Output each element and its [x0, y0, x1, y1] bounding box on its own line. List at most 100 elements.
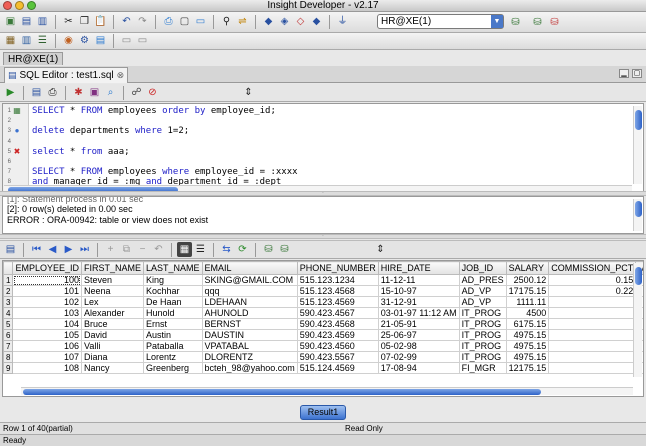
save-icon[interactable]: ▤: [29, 85, 44, 100]
table-cell[interactable]: [548, 351, 637, 363]
first-icon[interactable]: ⏮: [29, 242, 44, 257]
resize-handle-icon[interactable]: ⇕: [373, 242, 388, 257]
table-cell[interactable]: [548, 296, 637, 308]
table-cell[interactable]: IT_PROG: [458, 318, 507, 330]
chart-icon[interactable]: ▥: [19, 34, 34, 49]
table-cell[interactable]: [548, 307, 637, 319]
table-cell[interactable]: 4500: [505, 307, 550, 319]
table-cell[interactable]: [548, 329, 637, 341]
save-all-icon[interactable]: ▥: [35, 15, 50, 30]
insert-icon[interactable]: +: [103, 242, 118, 257]
table-row[interactable]: 2 101 Neena Kochhar qqq 515.123.4568 15-10-97 A…: [3, 285, 643, 297]
layout-b-icon[interactable]: ▭: [135, 34, 150, 49]
delete-icon[interactable]: −: [135, 242, 150, 257]
table-cell[interactable]: 590.423.4560: [296, 340, 379, 352]
table-cell[interactable]: 07-02-99: [377, 351, 460, 363]
row-number[interactable]: 6: [3, 329, 14, 341]
splitter[interactable]: ·: [0, 234, 646, 239]
table-cell[interactable]: SKING@GMAIL.COM: [201, 274, 298, 286]
plug-icon[interactable]: ⏚: [335, 15, 350, 30]
table-cell[interactable]: 102: [12, 296, 82, 308]
maximize-panel-button[interactable]: ▢: [632, 69, 642, 78]
resize-handle-icon[interactable]: ⇕: [241, 85, 256, 100]
filter-icon[interactable]: ⇆: [219, 242, 234, 257]
tool-b-icon[interactable]: ◈: [277, 15, 292, 30]
table-cell[interactable]: 107: [12, 351, 82, 363]
table-row[interactable]: 9 108 Nancy Greenberg bcteh_98@yahoo.com 515.…: [3, 362, 643, 374]
table-cell[interactable]: 103: [12, 307, 82, 319]
table-cell[interactable]: 6175.15: [505, 318, 550, 330]
table-cell[interactable]: AD_PRES: [458, 274, 507, 286]
database-icon[interactable]: ⛁: [508, 15, 523, 30]
table-cell[interactable]: Valli: [80, 340, 145, 352]
table-cell[interactable]: 11-12-11: [377, 274, 460, 286]
table-cell[interactable]: Diana: [80, 351, 145, 363]
tool-a-icon[interactable]: ◆: [261, 15, 276, 30]
column-header[interactable]: SALARY: [505, 261, 550, 275]
last-icon[interactable]: ⏭: [77, 242, 92, 257]
print-icon[interactable]: ⎙: [45, 85, 60, 100]
table-cell[interactable]: LDEHAAN: [201, 296, 298, 308]
layout-a-icon[interactable]: ▭: [119, 34, 134, 49]
table-cell[interactable]: 590.423.5567: [296, 351, 379, 363]
grid-view-icon[interactable]: ▦: [177, 242, 192, 257]
table-cell[interactable]: Lex: [80, 296, 145, 308]
table-cell[interactable]: 17-08-94: [377, 362, 460, 374]
table-cell[interactable]: 515.123.4569: [296, 296, 379, 308]
table-cell[interactable]: FI_MGR: [458, 362, 507, 374]
table-cell[interactable]: 12175.15: [505, 362, 550, 374]
table-cell[interactable]: 4975.15: [505, 340, 550, 352]
table-cell[interactable]: 515.123.4568: [296, 285, 379, 297]
revert-icon[interactable]: ↶: [151, 242, 166, 257]
table-cell[interactable]: 17175.15: [505, 285, 550, 297]
debug-icon[interactable]: ✱: [71, 85, 86, 100]
export-icon[interactable]: ⛁: [261, 242, 276, 257]
import-icon[interactable]: ⛁: [277, 242, 292, 257]
database-disconnect-icon[interactable]: ⛁: [547, 15, 562, 30]
table-row[interactable]: 6 105 David Austin DAUSTIN 590.423.4569 25-06-…: [3, 329, 643, 341]
row-number[interactable]: 2: [3, 285, 14, 297]
row-number[interactable]: 4: [3, 307, 14, 319]
row-number[interactable]: 7: [3, 340, 14, 352]
next-icon[interactable]: ▶: [61, 242, 76, 257]
refresh-icon[interactable]: ⟳: [235, 242, 250, 257]
table-cell[interactable]: [548, 340, 637, 352]
connection-tab[interactable]: HR@XE(1): [3, 52, 64, 65]
row-number[interactable]: 5: [3, 318, 14, 330]
row-number[interactable]: 1: [3, 274, 14, 286]
window-icon[interactable]: ▢: [177, 15, 192, 30]
column-header[interactable]: JOB_ID: [458, 261, 507, 275]
table-cell[interactable]: King: [143, 274, 203, 286]
table-cell[interactable]: IT_PROG: [458, 307, 507, 319]
scroll-thumb[interactable]: [635, 201, 642, 217]
explain-icon[interactable]: ▣: [87, 85, 102, 100]
row-number[interactable]: 9: [3, 362, 14, 374]
sql-editor[interactable]: 1 ▦ 2 3 ● 4 5 ✖ 6 7 8 SELECT * FROM employees orde…: [2, 103, 644, 195]
table-cell[interactable]: Alexander: [80, 307, 145, 319]
table-row[interactable]: 4 103 Alexander Hunold AHUNOLD 590.423.4567 03…: [3, 307, 643, 319]
column-header[interactable]: HIRE_DATE: [377, 261, 460, 275]
table-cell[interactable]: IT_PROG: [458, 351, 507, 363]
tool-d-icon[interactable]: ◆: [309, 15, 324, 30]
results-grid[interactable]: EMPLOYEE_ID FIRST_NAME LAST_NAME EMAIL PHONE…: [2, 260, 644, 397]
close-tab-icon[interactable]: ⊗: [117, 68, 125, 83]
table-cell[interactable]: Pataballa: [143, 340, 203, 352]
table-cell[interactable]: 03-01-97 11:12 AM: [377, 307, 460, 319]
open-icon[interactable]: ⎙: [161, 15, 176, 30]
zoom-window-button[interactable]: [27, 1, 36, 10]
table-row[interactable]: 8 107 Diana Lorentz DLORENTZ 590.423.5567 07-0…: [3, 351, 643, 363]
table-cell[interactable]: 31-12-91: [377, 296, 460, 308]
format-icon[interactable]: ⌕: [103, 85, 118, 100]
table-cell[interactable]: AD_VP: [458, 285, 507, 297]
new-file-icon[interactable]: ▣: [3, 15, 18, 30]
column-header[interactable]: PHONE_NUMBER: [296, 261, 379, 275]
table-cell[interactable]: Hunold: [143, 307, 203, 319]
table-cell[interactable]: Austin: [143, 329, 203, 341]
find-icon[interactable]: ⚲: [219, 15, 234, 30]
connection-select[interactable]: HR@XE(1) ▼: [377, 14, 504, 29]
row-number[interactable]: 3: [3, 296, 14, 308]
form-view-icon[interactable]: ☰: [193, 242, 208, 257]
table-cell[interactable]: Steven: [80, 274, 145, 286]
column-header[interactable]: EMPLOYEE_ID: [12, 261, 82, 275]
table-cell[interactable]: AD_VP: [458, 296, 507, 308]
